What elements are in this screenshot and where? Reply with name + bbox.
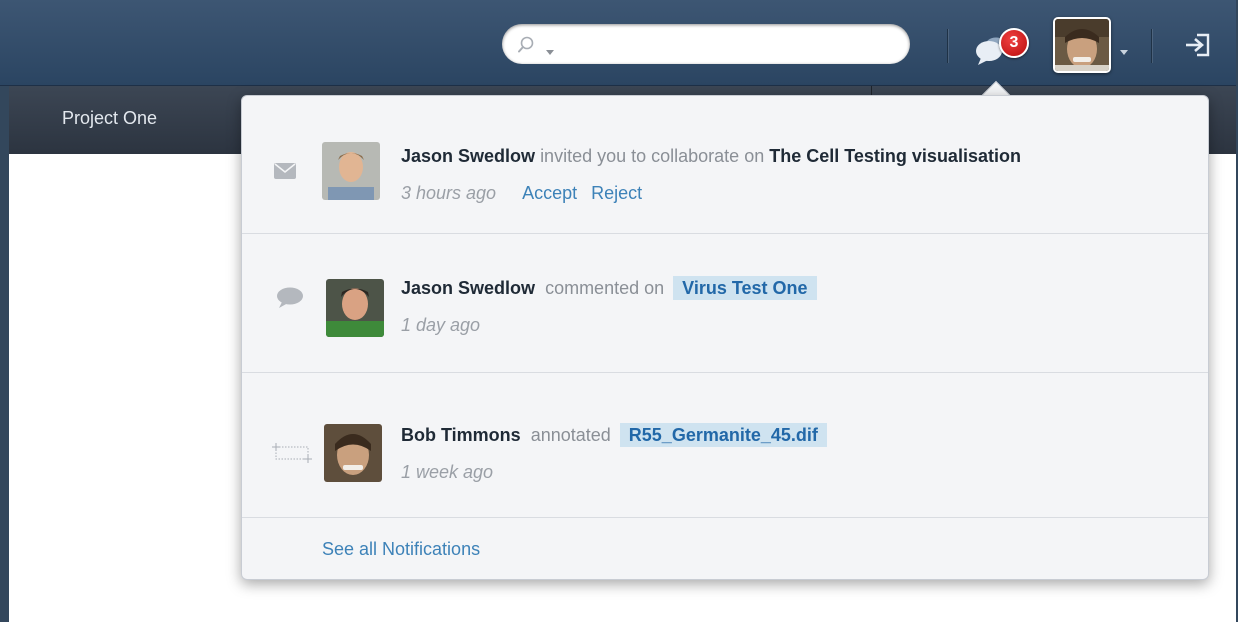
reject-button[interactable]: Reject (591, 183, 642, 203)
search-icon[interactable] (516, 35, 536, 60)
notification-actor[interactable]: Jason Swedlow (401, 146, 535, 166)
notification-target-tag[interactable]: Virus Test One (673, 276, 817, 300)
user-avatar[interactable] (1053, 17, 1111, 73)
avatar (326, 279, 384, 337)
notification-time: 1 day ago (401, 315, 481, 335)
notification-target-tag[interactable]: R55_Germanite_45.dif (619, 423, 827, 447)
window-frame-left (0, 0, 9, 622)
search-input[interactable] (560, 32, 890, 56)
envelope-icon (274, 163, 296, 184)
notification-verb: invited you to collaborate on (540, 146, 765, 166)
notification-verb: commented on (545, 278, 665, 298)
accept-button[interactable]: Accept (522, 183, 577, 203)
speech-bubble-icon (276, 287, 304, 314)
project-title[interactable]: Project One (62, 108, 157, 129)
notification-count-badge: 3 (999, 28, 1029, 58)
avatar (324, 424, 382, 482)
user-menu-chevron-down-icon[interactable] (1120, 42, 1128, 60)
top-navigation-bar: 3 (0, 0, 1238, 86)
notification-time: 3 hours ago (401, 183, 497, 203)
see-all-notifications-link[interactable]: See all Notifications (322, 539, 480, 560)
notifications-dropdown: Jason Swedlow invited you to collaborate… (241, 95, 1209, 580)
notification-verb: annotated (530, 425, 611, 445)
notification-time: 1 week ago (401, 462, 494, 482)
avatar (322, 142, 380, 200)
search-box[interactable] (502, 24, 910, 64)
notification-actor[interactable]: Bob Timmons (401, 425, 521, 445)
notification-target[interactable]: The Cell Testing visualisation (769, 146, 1021, 166)
notification-item[interactable]: Bob Timmons annotated R55_Germanite_45.d… (242, 373, 1208, 518)
notification-item[interactable]: Jason Swedlow commented on Virus Test On… (242, 234, 1208, 373)
search-options-chevron-down-icon[interactable] (546, 42, 554, 60)
annotation-region-icon (272, 443, 316, 468)
notification-actor[interactable]: Jason Swedlow (401, 278, 535, 298)
toolbar-divider (947, 29, 948, 63)
notifications-button[interactable]: 3 (975, 28, 1037, 68)
toolbar-divider (1151, 29, 1152, 63)
notification-item[interactable]: Jason Swedlow invited you to collaborate… (242, 96, 1208, 234)
sign-out-icon[interactable] (1185, 33, 1211, 62)
